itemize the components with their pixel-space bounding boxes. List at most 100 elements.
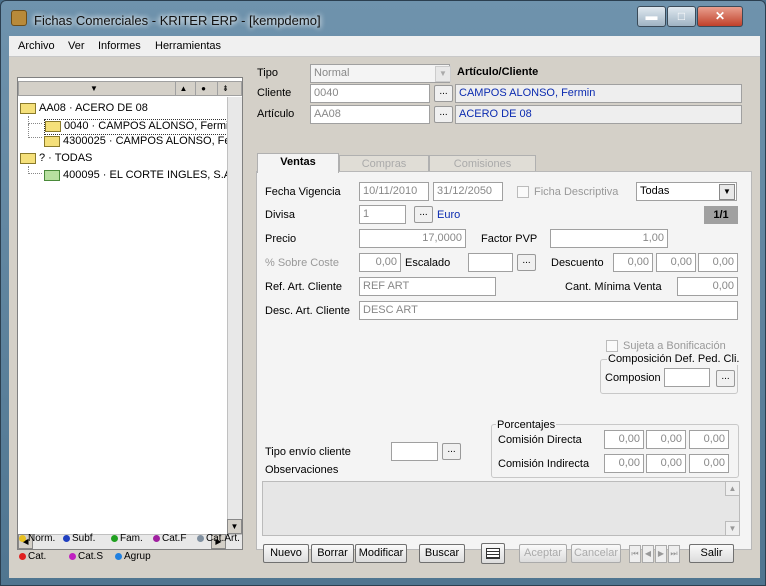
tipo-envio-input[interactable]	[391, 442, 438, 461]
articulo-description: ACERO DE 08	[455, 105, 742, 124]
main-window: Fichas Comerciales - KRITER ERP - [kempd…	[0, 0, 766, 586]
cliente-input[interactable]: 0040	[310, 84, 430, 103]
cliente-label: Cliente	[257, 87, 292, 99]
fecha-vigencia-label: Fecha Vigencia	[265, 186, 341, 198]
descuento-1-input[interactable]: 0,00	[613, 253, 653, 272]
fecha-desde-input[interactable]: 10/11/2010	[359, 182, 429, 201]
menu-bar: Archivo Ver Informes Herramientas	[9, 36, 760, 57]
salir-button[interactable]: Salir	[689, 544, 734, 563]
ficha-descriptiva-checkbox[interactable]: Ficha Descriptiva	[517, 186, 618, 199]
last-record-icon[interactable]: ⏭	[668, 545, 680, 563]
scroll-down-icon[interactable]: ▼	[227, 519, 242, 534]
tab-ventas[interactable]: Ventas	[257, 153, 339, 173]
nuevo-button[interactable]: Nuevo	[263, 544, 309, 563]
legend-item: Cat.F	[153, 533, 186, 544]
legend-item: Cat.S	[69, 551, 103, 562]
borrar-button[interactable]: Borrar	[311, 544, 354, 563]
maximize-button[interactable]: □	[667, 6, 696, 27]
desc-art-input[interactable]: DESC ART	[359, 301, 738, 320]
fam-dot-icon	[111, 534, 118, 542]
divisa-input[interactable]: 1	[359, 205, 406, 224]
descuento-3-input[interactable]: 0,00	[698, 253, 738, 272]
divisa-lookup-button[interactable]: ...	[414, 206, 433, 223]
title-bar: Fichas Comerciales - KRITER ERP - [kempd…	[1, 1, 765, 35]
grid-icon	[486, 548, 500, 559]
scroll-down-icon[interactable]: ▼	[725, 521, 740, 536]
comision-indirecta-label: Comisión Indirecta	[498, 458, 590, 470]
escalado-input[interactable]	[468, 253, 513, 272]
client-area: ▼ ▲ ● ⇟ AA08 · ACERO DE 08 0040 · CAMPOS…	[9, 57, 760, 578]
prev-record-icon[interactable]: ◀	[642, 545, 654, 563]
norm-dot-icon	[19, 534, 26, 542]
descuento-2-input[interactable]: 0,00	[656, 253, 696, 272]
escalado-lookup-button[interactable]: ...	[517, 254, 536, 271]
tipo-label: Tipo	[257, 67, 278, 79]
buscar-button[interactable]: Buscar	[419, 544, 465, 563]
comision-indirecta-1-input[interactable]: 0,00	[604, 454, 644, 473]
ref-art-label: Ref. Art. Cliente	[265, 281, 343, 293]
legend-item: Agrup	[115, 551, 151, 562]
menu-herramientas[interactable]: Herramientas	[155, 40, 221, 52]
comision-directa-3-input[interactable]: 0,00	[689, 430, 729, 449]
first-record-icon[interactable]: ⏮	[629, 545, 641, 563]
descuento-label: Descuento	[551, 257, 604, 269]
divisa-description: Euro	[437, 209, 461, 221]
subf-dot-icon	[63, 534, 70, 542]
comision-indirecta-2-input[interactable]: 0,00	[646, 454, 686, 473]
client-icon	[44, 135, 60, 147]
todas-dropdown-icon[interactable]: ▼	[719, 184, 735, 200]
menu-ver[interactable]: Ver	[68, 40, 85, 52]
precio-label: Precio	[265, 233, 297, 245]
sobre-coste-label: % Sobre Coste	[265, 257, 339, 269]
legend-item: Cat.Art.	[197, 533, 240, 544]
menu-informes[interactable]: Informes	[98, 40, 141, 52]
tree-node-client-selected[interactable]: 0040 · CAMPOS ALONSO, Fermin	[44, 119, 238, 135]
comision-directa-1-input[interactable]: 0,00	[604, 430, 644, 449]
composicion-group-title: Composición Def. Ped. Cli.	[607, 353, 741, 365]
sobre-coste-input[interactable]: 0,00	[359, 253, 401, 272]
close-button[interactable]: ✕	[697, 6, 743, 27]
comision-directa-2-input[interactable]: 0,00	[646, 430, 686, 449]
tree-panel: ▼ ▲ ● ⇟ AA08 · ACERO DE 08 0040 · CAMPOS…	[17, 77, 243, 550]
factor-pvp-input[interactable]: 1,00	[550, 229, 668, 248]
tree-node-client[interactable]: 4300025 · CAMPOS ALONSO, Fe	[44, 135, 231, 151]
tipo-envio-lookup-button[interactable]: ...	[442, 443, 461, 460]
tree-connector	[28, 116, 42, 124]
tree-expand-button[interactable]: ⇟	[217, 82, 233, 95]
agrup-dot-icon	[115, 552, 122, 560]
ref-art-input[interactable]: REF ART	[359, 277, 496, 296]
cant-minima-input[interactable]: 0,00	[677, 277, 738, 296]
grid-view-button[interactable]	[481, 543, 505, 564]
scroll-up-icon[interactable]: ▲	[725, 481, 740, 496]
comision-indirecta-3-input[interactable]: 0,00	[689, 454, 729, 473]
catart-dot-icon	[197, 534, 204, 542]
tipo-select[interactable]: Normal	[310, 64, 450, 83]
legend-item: Norm.	[19, 533, 55, 544]
tree-filter-dropdown[interactable]: ▼	[19, 82, 169, 95]
tree-vertical-scrollbar[interactable]: ▼	[227, 97, 242, 534]
articulo-label: Artículo	[257, 108, 295, 120]
cliente-lookup-button[interactable]: ...	[434, 85, 453, 102]
cancelar-button[interactable]: Cancelar	[571, 544, 621, 563]
cats-dot-icon	[69, 552, 76, 560]
composion-input[interactable]	[664, 368, 710, 387]
open-folder-icon	[20, 152, 36, 164]
minimize-button[interactable]: ▬	[637, 6, 666, 27]
observaciones-textarea[interactable]: ▲ ▼	[262, 481, 740, 536]
next-record-icon[interactable]: ▶	[655, 545, 667, 563]
tipo-dropdown-icon[interactable]: ▼	[435, 66, 451, 82]
menu-archivo[interactable]: Archivo	[18, 40, 55, 52]
tree-up-button[interactable]: ▲	[175, 82, 191, 95]
tree-toolbar: ▼ ▲ ● ⇟	[18, 81, 242, 96]
composion-lookup-button[interactable]: ...	[716, 370, 735, 387]
fecha-hasta-input[interactable]: 31/12/2050	[433, 182, 503, 201]
tree-node-client[interactable]: 400095 · EL CORTE INGLES, S.A	[44, 169, 231, 185]
articulo-input[interactable]: AA08	[310, 105, 430, 124]
precio-input[interactable]: 17,0000	[359, 229, 466, 248]
articulo-lookup-button[interactable]: ...	[434, 106, 453, 123]
modificar-button[interactable]: Modificar	[355, 544, 407, 563]
client-icon	[45, 120, 61, 132]
tree-circle-button[interactable]: ●	[195, 82, 211, 95]
aceptar-button[interactable]: Aceptar	[519, 544, 567, 563]
sujeta-bonificacion-checkbox[interactable]: Sujeta a Bonificación	[606, 340, 726, 353]
